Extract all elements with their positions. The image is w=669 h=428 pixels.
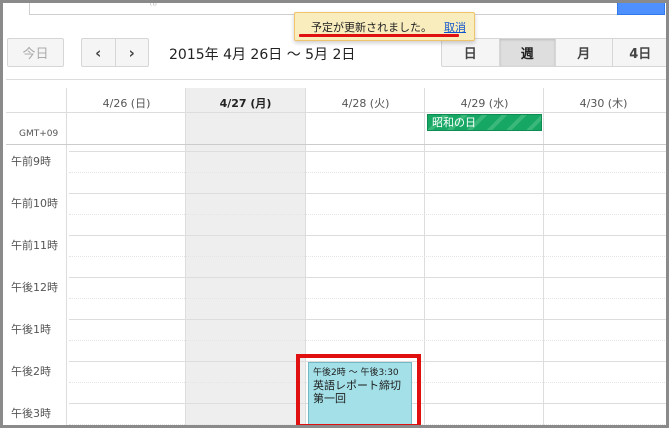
half-hour-line xyxy=(69,172,666,173)
hour-line xyxy=(69,235,666,236)
view-week-button[interactable]: 週 xyxy=(498,39,555,66)
event-title: 英語レポート締切 第一回 xyxy=(313,379,401,405)
allday-divider xyxy=(6,112,666,113)
holiday-event[interactable]: 昭和の日 xyxy=(427,114,542,131)
hour-label: 午後1時 xyxy=(11,323,51,336)
next-week-button[interactable]: › xyxy=(114,39,149,66)
prev-week-button[interactable]: ‹ xyxy=(82,39,115,66)
hour-line xyxy=(69,193,666,194)
view-4day-button[interactable]: 4日 xyxy=(611,39,667,66)
hour-label: 午後2時 xyxy=(11,365,51,378)
hour-line xyxy=(69,277,666,278)
day-header[interactable]: 4/28 (火) xyxy=(306,95,425,111)
view-day-button[interactable]: 日 xyxy=(442,39,499,66)
highlight-underline xyxy=(299,34,459,37)
half-hour-line xyxy=(69,340,666,341)
view-switcher: 日 週 月 4日 xyxy=(441,38,667,67)
hour-label: 午後3時 xyxy=(11,407,51,420)
search-button[interactable] xyxy=(617,3,665,15)
calendar-event[interactable]: 午後2時 ～ 午後3:30 英語レポート締切 第一回 xyxy=(308,362,412,425)
calendar-window: ㅤ ㅤ ᵗᵇ 4/26 (日) 4/27 (月) 4/28 (火) 4/29 (… xyxy=(0,0,669,428)
notification-message: 予定が更新されました。 xyxy=(311,20,432,34)
half-hour-line xyxy=(69,298,666,299)
date-navigation: ‹ › xyxy=(81,38,149,67)
day-header[interactable]: 4/26 (日) xyxy=(67,95,186,111)
hour-line xyxy=(69,151,666,152)
hour-label: 午前9時 xyxy=(11,155,51,168)
column-divider xyxy=(424,88,425,425)
half-hour-line xyxy=(69,256,666,257)
hour-line xyxy=(69,319,666,320)
half-hour-line xyxy=(69,214,666,215)
date-range-label: 2015年 4月 26日 ～ 5月 2日 xyxy=(169,47,356,63)
today-button[interactable]: 今日 xyxy=(7,38,64,67)
hour-label: 午前10時 xyxy=(11,197,58,210)
today-column xyxy=(186,88,305,425)
timezone-label: GMT+09 xyxy=(19,129,59,139)
column-divider xyxy=(543,88,544,425)
event-time: 午後2時 ～ 午後3:30 xyxy=(313,368,399,378)
view-month-button[interactable]: 月 xyxy=(555,39,612,66)
grid-top-divider xyxy=(6,79,666,80)
undo-link[interactable]: 取消 xyxy=(444,19,466,35)
day-header[interactable]: 4/30 (木) xyxy=(544,95,663,111)
allday-bottom-divider xyxy=(6,144,666,145)
day-header[interactable]: 4/29 (水) xyxy=(425,95,544,111)
column-divider xyxy=(185,88,186,425)
hour-label: 午前11時 xyxy=(11,239,58,252)
day-header-today[interactable]: 4/27 (月) xyxy=(186,95,305,111)
chevron-left-icon: ‹ xyxy=(95,43,102,62)
search-input-text: ㅤ ㅤ ᵗᵇ xyxy=(125,1,157,12)
chevron-right-icon: › xyxy=(128,43,135,62)
hour-label: 午後12時 xyxy=(11,281,58,294)
column-divider xyxy=(305,88,306,425)
